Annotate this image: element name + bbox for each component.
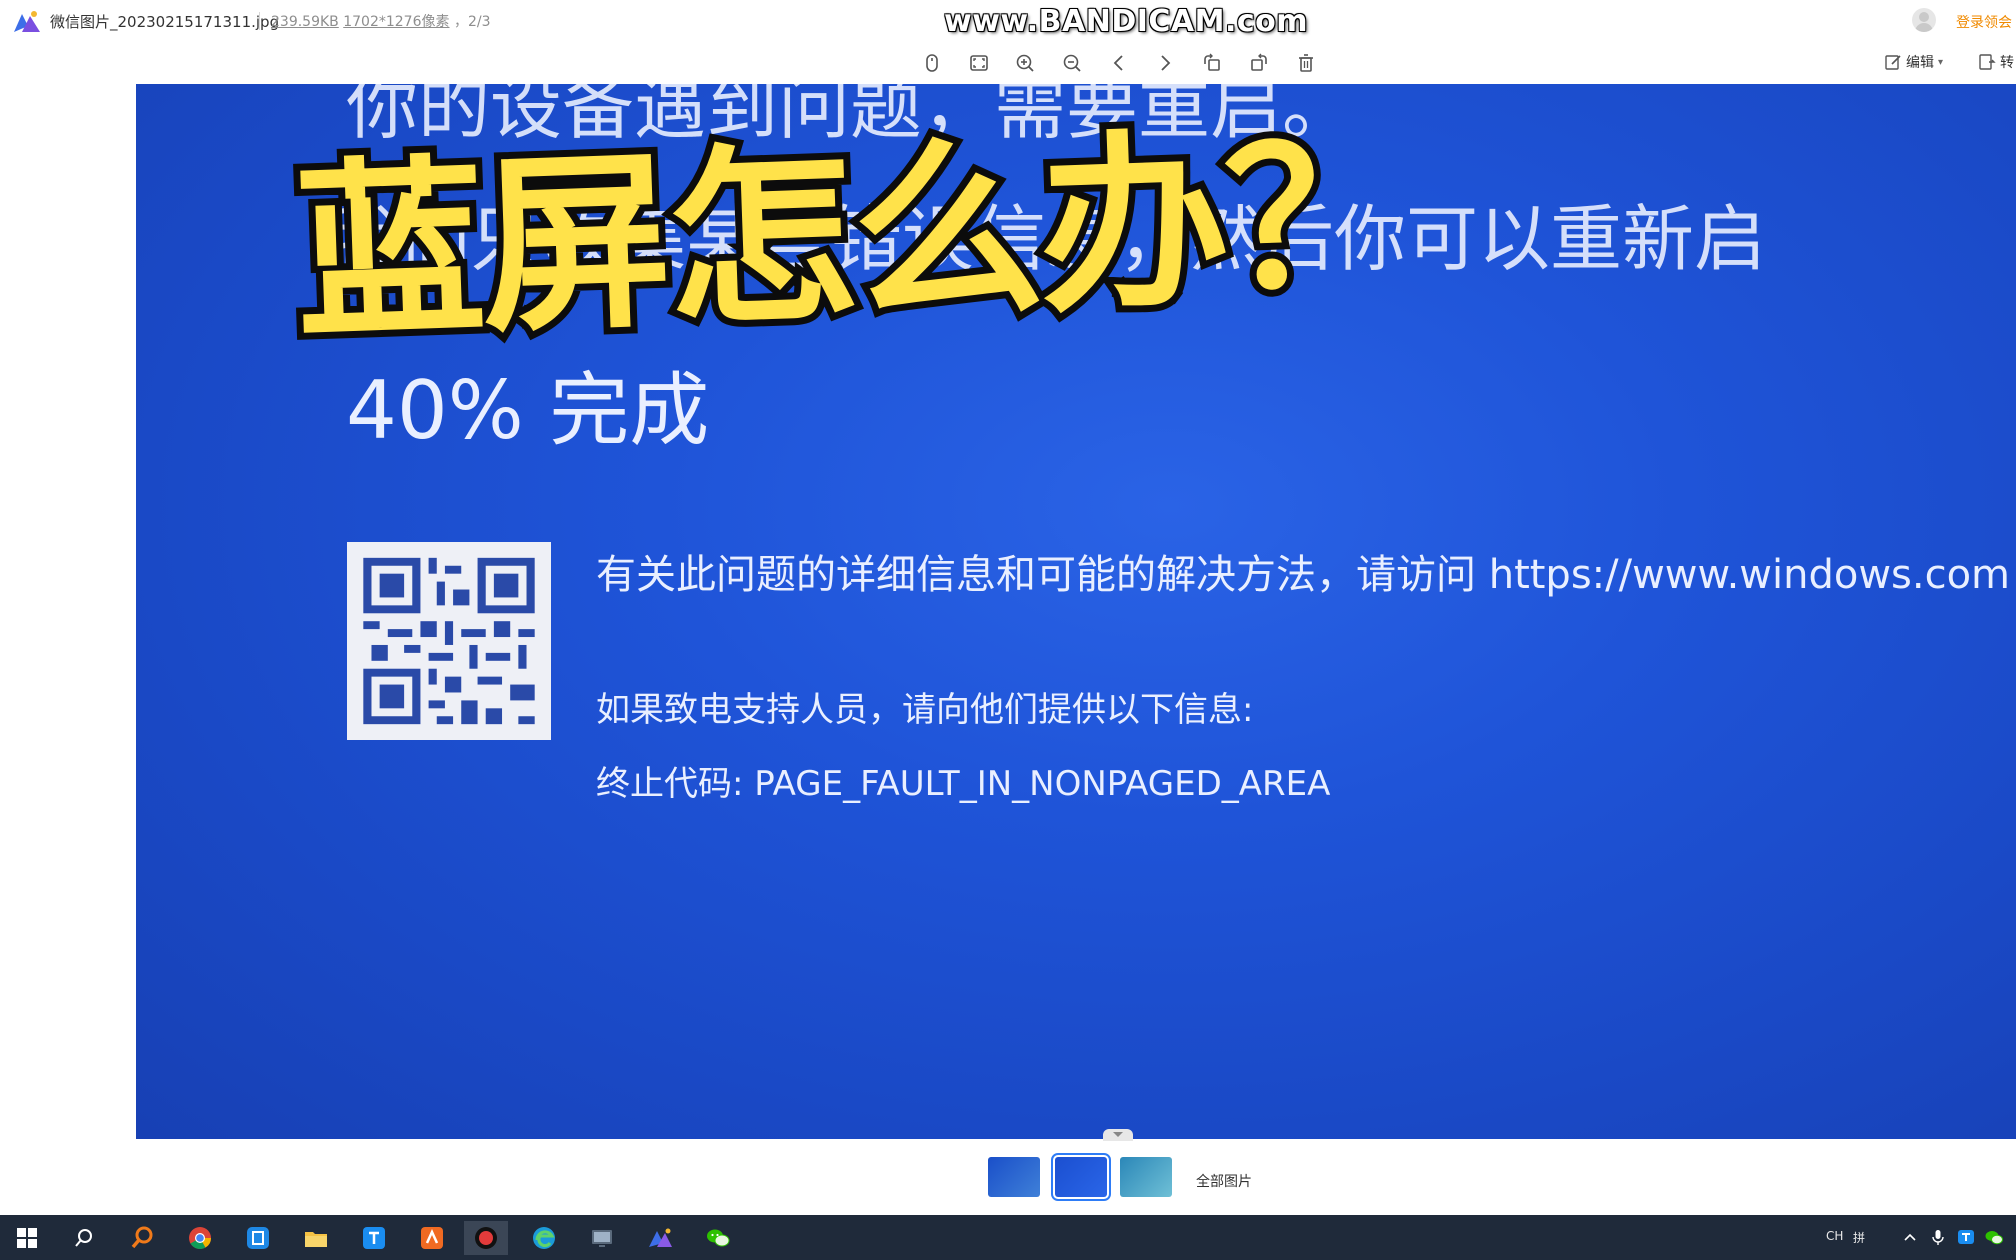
bandicam-watermark: www.BANDICAM.com (944, 4, 1309, 39)
app-blue-icon[interactable] (236, 1221, 280, 1255)
thumbnail-3[interactable] (1120, 1157, 1172, 1197)
image-index-sep: ， (453, 14, 468, 30)
thumbnail-1[interactable] (988, 1157, 1040, 1197)
app-screen-icon[interactable] (580, 1221, 624, 1255)
edit-button[interactable]: 编辑 ▾ (1884, 52, 1943, 72)
ime-mode-indicator[interactable]: 拼 (1853, 1229, 1865, 1246)
bandicam-record-icon[interactable] (464, 1221, 508, 1255)
file-meta: 239.59KB 1702*1276像素 ，2/3 (271, 11, 490, 31)
collapse-strip-button[interactable] (1103, 1129, 1133, 1141)
thumbnail-2[interactable] (1051, 1153, 1111, 1201)
convert-button[interactable]: 转 (1978, 52, 2014, 72)
edit-label: 编辑 (1906, 55, 1934, 71)
app-tencent-icon[interactable] (352, 1221, 396, 1255)
bsod-info-text: 有关此问题的详细信息和可能的解决方法，请访问 https://www.windo… (596, 552, 2011, 598)
image-resolution[interactable]: 1702*1276像素 (343, 14, 449, 30)
convert-icon (1979, 54, 1996, 70)
title-separator (259, 12, 260, 30)
chrome-icon[interactable] (178, 1221, 222, 1255)
chevron-down-icon: ▾ (1938, 56, 1944, 68)
magnifier-app-icon[interactable] (120, 1221, 164, 1255)
file-size[interactable]: 239.59KB (271, 14, 339, 30)
ime-indicator[interactable]: CH (1826, 1229, 1843, 1243)
image-viewer-icon[interactable] (638, 1221, 682, 1255)
tray-app-icon[interactable] (1956, 1227, 1976, 1247)
convert-label: 转 (2000, 55, 2014, 71)
edge-icon[interactable] (522, 1221, 566, 1255)
bsod-stop-code: 终止代码: PAGE_FAULT_IN_NONPAGED_AREA (596, 764, 1331, 804)
bsod-support-text: 如果致电支持人员，请向他们提供以下信息: (596, 690, 1254, 730)
app-orange-icon[interactable] (410, 1221, 454, 1255)
wechat-icon[interactable] (696, 1221, 740, 1255)
file-name: 微信图片_20230215171311.jpg (50, 13, 280, 31)
chevron-up-icon[interactable] (1900, 1227, 1920, 1247)
thumbnail-strip: 全部图片 (0, 1129, 2016, 1215)
zoom-in-icon[interactable] (1011, 49, 1039, 77)
tray-wechat-icon[interactable] (1984, 1227, 2004, 1247)
microphone-icon[interactable] (1928, 1227, 1948, 1247)
search-icon[interactable] (62, 1221, 106, 1255)
login-link[interactable]: 登录领会 (1956, 12, 2012, 32)
file-explorer-icon[interactable] (294, 1221, 338, 1255)
windows-taskbar: CH 拼 (0, 1215, 2016, 1260)
mouse-icon[interactable] (918, 49, 946, 77)
all-images-link[interactable]: 全部图片 (1196, 1171, 1252, 1191)
fit-screen-icon[interactable] (965, 49, 993, 77)
qr-code-icon (347, 542, 551, 740)
app-logo-icon (12, 8, 42, 34)
edit-icon (1885, 55, 1901, 70)
image-index: 2/3 (467, 14, 491, 30)
overlay-title: 蓝屏怎么办？ (285, 98, 1422, 372)
user-avatar-icon[interactable] (1912, 8, 1936, 32)
windows-start-icon[interactable] (5, 1221, 49, 1255)
